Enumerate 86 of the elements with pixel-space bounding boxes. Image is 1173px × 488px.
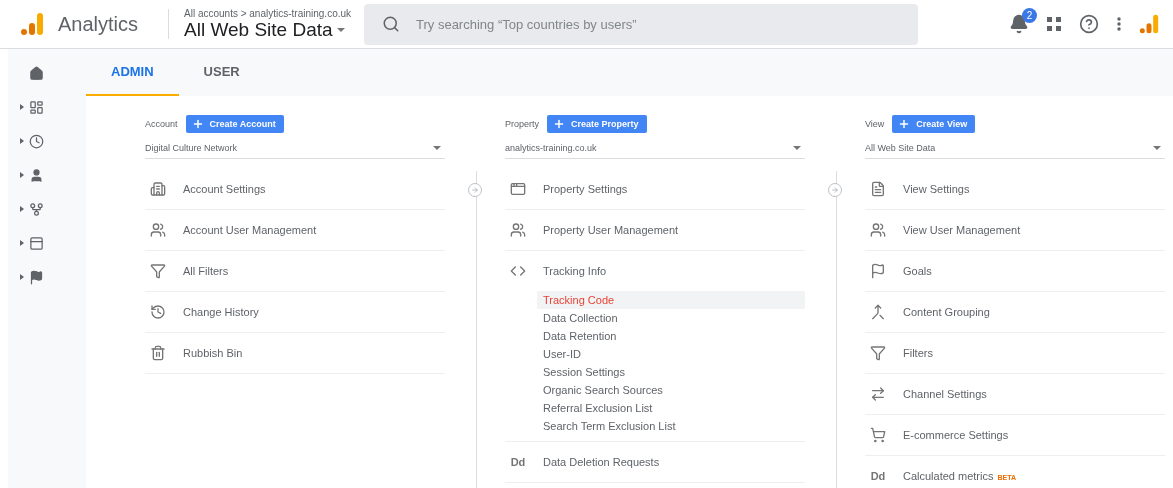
submenu-item[interactable]: Tracking Code [537, 291, 805, 309]
expand-icon [20, 240, 24, 246]
expand-icon [20, 172, 24, 178]
view-selector[interactable]: All Web Site Data [184, 18, 364, 41]
search-field[interactable]: Try searching “Top countries by users” [364, 3, 918, 45]
submenu-item[interactable]: Data Collection [537, 309, 805, 327]
filter-icon [150, 263, 166, 279]
column-selector[interactable]: Digital Culture Network [145, 137, 445, 159]
menu-item[interactable]: Tracking Info [505, 251, 805, 291]
menu-item[interactable]: Goals [865, 251, 1165, 292]
grid-icon [1047, 17, 1061, 31]
channel-icon [870, 386, 886, 402]
menu-item[interactable]: Property Settings [505, 169, 805, 210]
menu-item[interactable]: Property User Management [505, 210, 805, 251]
column-label: Property [505, 119, 539, 129]
dd-icon: Dd [870, 470, 886, 482]
users-icon [150, 222, 166, 238]
more-icon [1117, 17, 1121, 31]
column-selector[interactable]: analytics-training.co.uk [505, 137, 805, 159]
menu-item[interactable]: View Settings [865, 169, 1165, 210]
plus-icon [191, 118, 204, 130]
more-button[interactable] [1117, 17, 1121, 31]
help-button[interactable] [1079, 14, 1099, 34]
expand-icon [20, 206, 24, 212]
history-icon [150, 304, 166, 320]
tab[interactable]: ADMIN [86, 49, 179, 96]
expand-icon [20, 274, 24, 280]
submenu-item[interactable]: Organic Search Sources [537, 381, 805, 399]
flag-icon [870, 263, 886, 279]
person-icon [29, 167, 44, 183]
menu-item[interactable]: Channel Settings [865, 374, 1165, 415]
help-icon [1079, 14, 1099, 34]
menu-item[interactable]: Account Settings [145, 169, 445, 210]
create-button[interactable]: Create Account [185, 115, 284, 133]
window-icon [29, 235, 44, 251]
plus-icon [898, 118, 911, 130]
product-name: Analytics [58, 12, 139, 36]
search-input[interactable]: Try searching “Top countries by users” [414, 15, 900, 33]
menu-item-label: Calculated metrics [903, 470, 994, 482]
file-icon [870, 181, 886, 197]
apps-button[interactable] [1047, 17, 1061, 31]
menu-item[interactable]: View User Management [865, 210, 1165, 251]
submenu-item[interactable]: Search Term Exclusion List [537, 417, 805, 435]
menu-item[interactable]: All Filters [145, 251, 445, 292]
expand-icon [20, 104, 24, 110]
cart-icon [870, 427, 886, 443]
merge-icon [870, 304, 886, 320]
analytics-logo-icon [20, 12, 44, 36]
submenu-item[interactable]: Referral Exclusion List [537, 399, 805, 417]
layout-icon [510, 181, 526, 197]
users-icon [870, 222, 886, 238]
tab[interactable]: USER [178, 49, 265, 96]
create-button[interactable]: Create Property [547, 115, 647, 133]
branch-icon [29, 201, 44, 217]
column-selector[interactable]: All Web Site Data [865, 137, 1165, 159]
code-icon [510, 263, 526, 279]
submenu-item[interactable]: Data Retention [537, 327, 805, 345]
analytics-logo-icon [1139, 14, 1159, 34]
bell-icon [1009, 14, 1029, 34]
dd-icon: Dd [510, 456, 526, 468]
filter-icon [870, 345, 886, 361]
flag-icon [29, 269, 44, 285]
submenu-item[interactable]: Session Settings [537, 363, 805, 381]
menu-item[interactable]: Dd Data Deletion Requests [505, 442, 805, 483]
home-icon [29, 65, 44, 81]
building-icon [150, 181, 166, 197]
menu-item[interactable]: Account User Management [145, 210, 445, 251]
search-icon [382, 15, 400, 33]
plus-icon [553, 118, 565, 130]
users-icon [510, 222, 526, 238]
menu-item[interactable]: Rubbish Bin [145, 333, 445, 374]
notifications-button[interactable] [1009, 14, 1029, 34]
menu-item[interactable]: E-commerce Settings [865, 415, 1165, 456]
create-button[interactable]: Create View [892, 115, 976, 133]
submenu-item[interactable]: User-ID [537, 345, 805, 363]
menu-item[interactable]: Content Grouping [865, 292, 1165, 333]
expand-icon [20, 138, 24, 144]
trash-icon [150, 345, 166, 361]
notification-count: 2 [1022, 8, 1037, 23]
column-label: Account [145, 119, 178, 129]
dashboard-icon [29, 99, 44, 115]
column-label: View [865, 119, 885, 129]
breadcrumb: All accounts > analytics-training.co.uk [184, 7, 353, 19]
menu-item[interactable]: Change History [145, 292, 445, 333]
clock-icon [29, 133, 44, 149]
menu-item[interactable]: Filters [865, 333, 1165, 374]
